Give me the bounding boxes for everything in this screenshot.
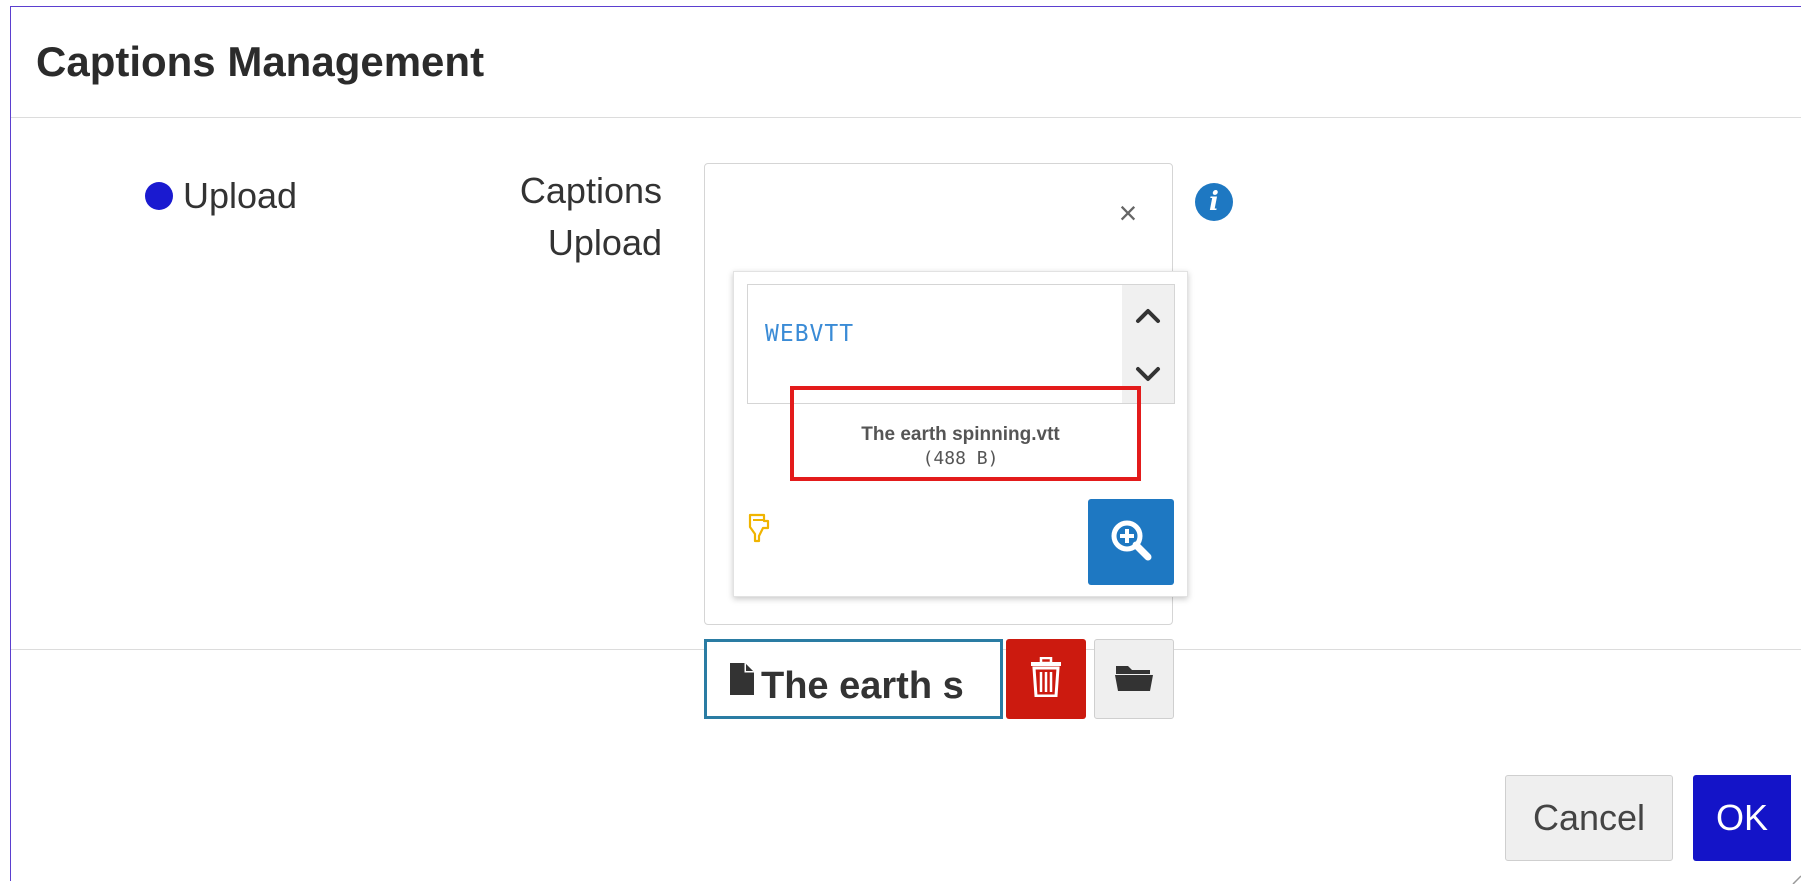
zoom-button[interactable] <box>1088 499 1174 585</box>
close-icon[interactable]: × <box>1113 197 1143 229</box>
ok-button[interactable]: OK <box>1693 775 1791 861</box>
upload-radio-label: Upload <box>183 175 298 216</box>
selected-file-field[interactable]: The earth s <box>704 639 1003 719</box>
preview-content-text: WEBVTT <box>765 321 855 347</box>
upload-radio-option[interactable]: Upload <box>145 175 297 217</box>
dialog-title: Captions Management <box>36 38 485 85</box>
trash-icon <box>1029 656 1063 702</box>
captions-upload-label-line1: Captions <box>519 170 662 211</box>
delete-file-button[interactable] <box>1006 639 1086 719</box>
header-divider <box>11 117 1801 118</box>
chevron-up-icon[interactable] <box>1122 290 1174 340</box>
browse-file-button[interactable] <box>1094 639 1174 719</box>
captions-upload-label-line2: Upload <box>547 222 662 263</box>
file-info-highlight <box>790 386 1141 481</box>
hand-pointer-icon[interactable] <box>746 512 770 544</box>
zoom-in-icon <box>1109 518 1153 567</box>
radio-selected-indicator[interactable] <box>145 182 173 210</box>
folder-icon <box>1114 662 1154 697</box>
info-icon[interactable]: i <box>1195 183 1233 221</box>
cancel-button[interactable]: Cancel <box>1505 775 1673 861</box>
selected-file-name: The earth s <box>761 664 964 707</box>
captions-upload-label: Captions Upload <box>490 165 662 269</box>
file-icon <box>729 662 755 696</box>
resize-grip-icon[interactable] <box>1791 871 1801 885</box>
